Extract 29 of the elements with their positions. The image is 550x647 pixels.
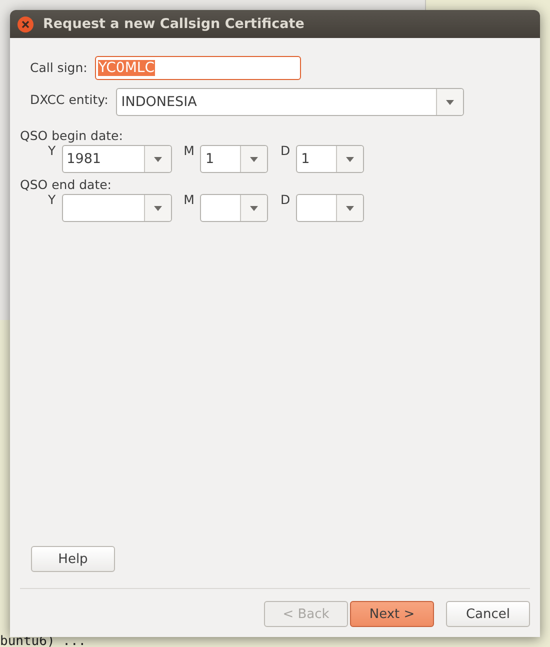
- wizard-button[interactable]: Cancel: [446, 601, 530, 627]
- date-dropdown[interactable]: 1981: [62, 145, 172, 173]
- dropdown-arrow-icon: [154, 206, 162, 210]
- date-dropdown[interactable]: [200, 194, 268, 222]
- group-label: QSO begin date:: [20, 128, 124, 143]
- date-part-label: M: [184, 143, 194, 158]
- dxcc-dropdown[interactable]: INDONESIA: [116, 88, 464, 116]
- dropdown-arrow-icon: [446, 100, 454, 104]
- dropdown-arrow-icon: [346, 206, 354, 210]
- window-title: Request a new Callsign Certificate: [43, 16, 304, 32]
- dropdown-arrow-icon: [346, 156, 354, 162]
- group-label: QSO end date:: [20, 177, 113, 192]
- dropdown-arrow-icon: [154, 156, 162, 162]
- wizard-button[interactable]: Next >: [350, 601, 434, 627]
- date-dropdown[interactable]: 1: [296, 145, 364, 173]
- close-icon[interactable]: [17, 16, 34, 32]
- date-part-label: D: [280, 143, 290, 158]
- dropdown-arrow-icon: [250, 206, 258, 210]
- date-dropdown[interactable]: [62, 194, 172, 222]
- date-dropdown[interactable]: [296, 194, 364, 222]
- date-part-label: Y: [48, 192, 56, 207]
- date-part-label: D: [280, 192, 290, 207]
- date-part-label: M: [184, 192, 194, 207]
- help-button[interactable]: Help: [31, 546, 115, 572]
- field-label: Call sign:: [30, 59, 88, 75]
- dropdown-arrow-icon: [250, 156, 258, 162]
- field-label: DXCC entity:: [30, 91, 108, 107]
- date-part-label: Y: [48, 143, 56, 158]
- date-dropdown[interactable]: 1: [200, 145, 268, 173]
